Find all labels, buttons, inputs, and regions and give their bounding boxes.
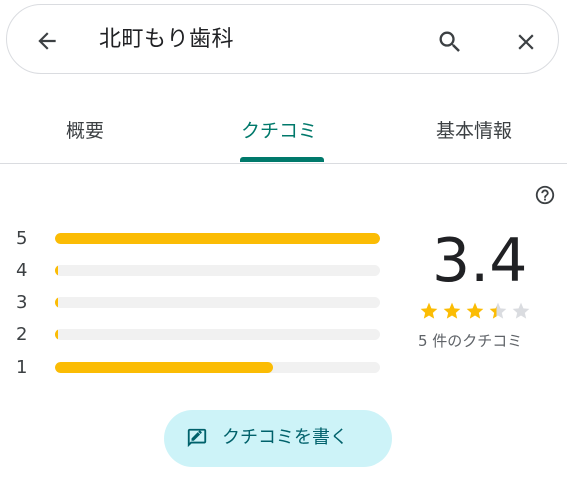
histogram-star-label: 2 — [16, 324, 28, 345]
search-icon — [439, 31, 460, 52]
histogram-bar — [55, 329, 58, 340]
histogram-track — [55, 233, 380, 244]
histogram-star-label: 5 — [16, 228, 28, 249]
histogram-row[interactable]: 2 — [16, 324, 386, 346]
histogram-bar — [55, 265, 58, 276]
write-review-button[interactable]: クチコミを書く — [164, 410, 392, 467]
close-icon — [518, 34, 534, 50]
star-icon — [443, 302, 461, 319]
tab-bar: 概要 クチコミ 基本情報 — [0, 100, 567, 164]
histogram-row[interactable]: 5 — [16, 228, 386, 250]
star-rating — [419, 301, 539, 323]
search-bar[interactable]: 北町もり歯科 — [6, 4, 559, 74]
histogram-bar — [55, 297, 58, 308]
tab-reviews[interactable]: クチコミ — [241, 116, 317, 143]
write-review-label: クチコミを書く — [222, 427, 348, 448]
histogram-track — [55, 297, 380, 308]
histogram-star-label: 4 — [16, 260, 28, 281]
help-button[interactable] — [534, 184, 556, 206]
tab-overview[interactable]: 概要 — [66, 116, 104, 143]
histogram-bar — [55, 362, 273, 373]
histogram-row[interactable]: 4 — [16, 260, 386, 282]
histogram-track — [55, 265, 380, 276]
arrow-back-icon — [38, 32, 56, 50]
star-icon — [489, 302, 507, 319]
search-button[interactable] — [433, 25, 467, 59]
star-icon — [420, 302, 438, 319]
review-count[interactable]: 5 件のクチコミ — [418, 330, 522, 351]
histogram-track — [55, 362, 380, 373]
histogram-star-label: 3 — [16, 292, 28, 313]
average-rating: 3.4 — [432, 226, 528, 296]
histogram-row[interactable]: 3 — [16, 292, 386, 314]
histogram-star-label: 1 — [16, 357, 28, 378]
clear-button[interactable] — [509, 25, 543, 59]
histogram-bar — [55, 233, 380, 244]
active-tab-indicator — [240, 157, 324, 162]
histogram-row[interactable]: 1 — [16, 357, 386, 379]
tab-about[interactable]: 基本情報 — [436, 116, 512, 143]
star-icon — [512, 302, 530, 319]
back-button[interactable] — [31, 25, 63, 57]
histogram-track — [55, 329, 380, 340]
rate-review-icon — [187, 428, 207, 448]
search-query[interactable]: 北町もり歯科 — [99, 24, 234, 56]
help-icon — [535, 185, 555, 205]
star-icon — [466, 302, 484, 319]
